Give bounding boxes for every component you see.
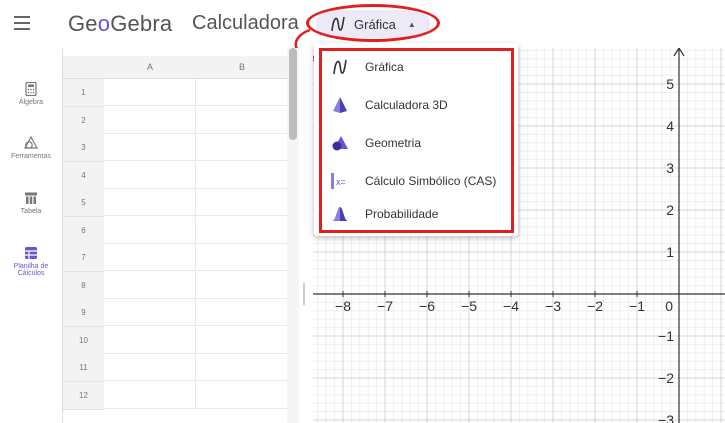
menu-item-label: Probabilidade [365, 207, 439, 221]
spreadsheet-icon [25, 247, 37, 259]
table-cell[interactable] [104, 271, 196, 299]
row-header[interactable]: 3 [63, 134, 104, 162]
menu-item-label: Gráfica [365, 60, 404, 74]
table-cell[interactable] [104, 161, 196, 189]
menu-item-label: Cálculo Simbólico (CAS) [365, 174, 497, 188]
app-title: Calculadora [192, 12, 299, 34]
table-cell[interactable] [104, 381, 196, 409]
table-cell[interactable] [196, 161, 288, 189]
x-tick-label: −6 [419, 298, 435, 314]
graphing-icon [333, 59, 347, 75]
row-header[interactable]: 11 [63, 354, 104, 382]
table-cell[interactable] [104, 106, 196, 134]
row-header[interactable]: 2 [63, 106, 104, 135]
divider-handle[interactable] [303, 283, 305, 305]
sidebar-item-label: Ferramentas [11, 153, 51, 160]
table-cell[interactable] [104, 244, 196, 271]
table-cell[interactable] [196, 106, 288, 134]
sidebar-item-label: Álgebra [18, 99, 44, 106]
x-tick-label: −2 [587, 298, 603, 314]
y-tick-label: −2 [658, 370, 674, 386]
table-cell[interactable] [196, 244, 288, 271]
cas-icon: x= [331, 173, 346, 189]
probability-icon [332, 207, 348, 221]
x-tick-label: 0 [665, 298, 673, 314]
sidebar-item-planilha[interactable]: Planilha de Cálculos [0, 246, 62, 277]
x-tick-label: −8 [335, 298, 351, 314]
table-cell[interactable] [196, 216, 288, 244]
x-tick-label: −7 [377, 298, 393, 314]
table-icon [25, 192, 37, 204]
sidebar-item-label: Planilha de Cálculos [13, 263, 49, 277]
table-cell[interactable] [196, 381, 288, 409]
sidebar: Álgebra Ferramentas Tabela Planilha de C… [0, 48, 62, 423]
row-header[interactable]: 8 [63, 271, 104, 300]
row-header[interactable]: 7 [63, 244, 104, 272]
y-tick-label: 5 [666, 76, 674, 92]
row-header[interactable]: 1 [63, 79, 104, 107]
3d-pyramid-icon [333, 97, 347, 113]
table-cell[interactable] [104, 189, 196, 216]
x-tick-label: −4 [503, 298, 519, 314]
calculator-icon [25, 82, 37, 96]
app-switch-label: Gráfica [354, 16, 396, 32]
scrollbar-thumb[interactable] [289, 48, 297, 140]
y-tick-label: 3 [666, 160, 674, 176]
geometry-icon [332, 136, 348, 151]
y-tick-label: 2 [666, 202, 674, 218]
sidebar-item-algebra[interactable]: Álgebra [0, 82, 62, 106]
menu-item-geometria[interactable]: Geometria [314, 124, 518, 162]
svg-text:x=: x= [336, 177, 346, 187]
menu-item-grafica[interactable]: Gráfica [314, 48, 518, 86]
table-cell[interactable] [196, 354, 288, 381]
hamburger-icon[interactable] [14, 16, 30, 30]
table-cell[interactable] [196, 79, 288, 106]
menu-item-probabilidade[interactable]: Probabilidade [314, 195, 518, 233]
table-cell[interactable] [196, 299, 288, 326]
column-header-a[interactable]: A [104, 56, 197, 79]
geogebra-logo: GeoGebra [68, 11, 173, 36]
sidebar-item-label: Tabela [20, 208, 42, 215]
table-cell[interactable] [104, 134, 196, 161]
menu-item-calculadora-3d[interactable]: Calculadora 3D [314, 86, 518, 124]
shapes-icon [24, 136, 38, 149]
sidebar-item-tabela[interactable]: Tabela [0, 191, 62, 215]
table-cell[interactable] [196, 189, 288, 216]
y-tick-label: −1 [658, 328, 674, 344]
app-header: GeoGebra Calculadora Gráfica ▲ [0, 0, 725, 65]
table-cell[interactable] [196, 134, 288, 161]
table-cell[interactable] [104, 216, 196, 244]
table-cell[interactable] [196, 326, 288, 354]
table-cell[interactable] [196, 271, 288, 299]
row-header[interactable]: 5 [63, 189, 104, 217]
row-header[interactable]: 9 [63, 299, 104, 327]
app-switch-button[interactable]: Gráfica ▲ [316, 10, 430, 38]
x-tick-label: −5 [461, 298, 477, 314]
graphing-icon [331, 16, 345, 32]
table-cell[interactable] [104, 79, 196, 106]
x-tick-label: −1 [629, 298, 645, 314]
table-cell[interactable] [104, 354, 196, 381]
corner-cell[interactable] [63, 56, 104, 79]
y-tick-label: 4 [666, 118, 674, 134]
spreadsheet: A B 1 2 3 4 5 6 7 8 9 10 11 12 [62, 48, 288, 423]
sidebar-item-ferramentas[interactable]: Ferramentas [0, 136, 62, 160]
menu-item-label: Calculadora 3D [365, 98, 448, 112]
caret-up-icon: ▲ [407, 19, 416, 29]
panel-divider[interactable] [299, 48, 313, 423]
row-header[interactable]: 12 [63, 381, 104, 410]
y-tick-label: −3 [658, 412, 674, 423]
x-tick-label: −3 [545, 298, 561, 314]
column-header-b[interactable]: B [196, 56, 288, 79]
row-header[interactable]: 6 [63, 216, 104, 245]
row-header[interactable]: 10 [63, 326, 104, 355]
menu-item-label: Geometria [365, 136, 422, 150]
y-tick-label: 1 [666, 244, 674, 260]
table-cell[interactable] [104, 326, 196, 354]
row-header[interactable]: 4 [63, 161, 104, 190]
table-cell[interactable] [104, 299, 196, 326]
